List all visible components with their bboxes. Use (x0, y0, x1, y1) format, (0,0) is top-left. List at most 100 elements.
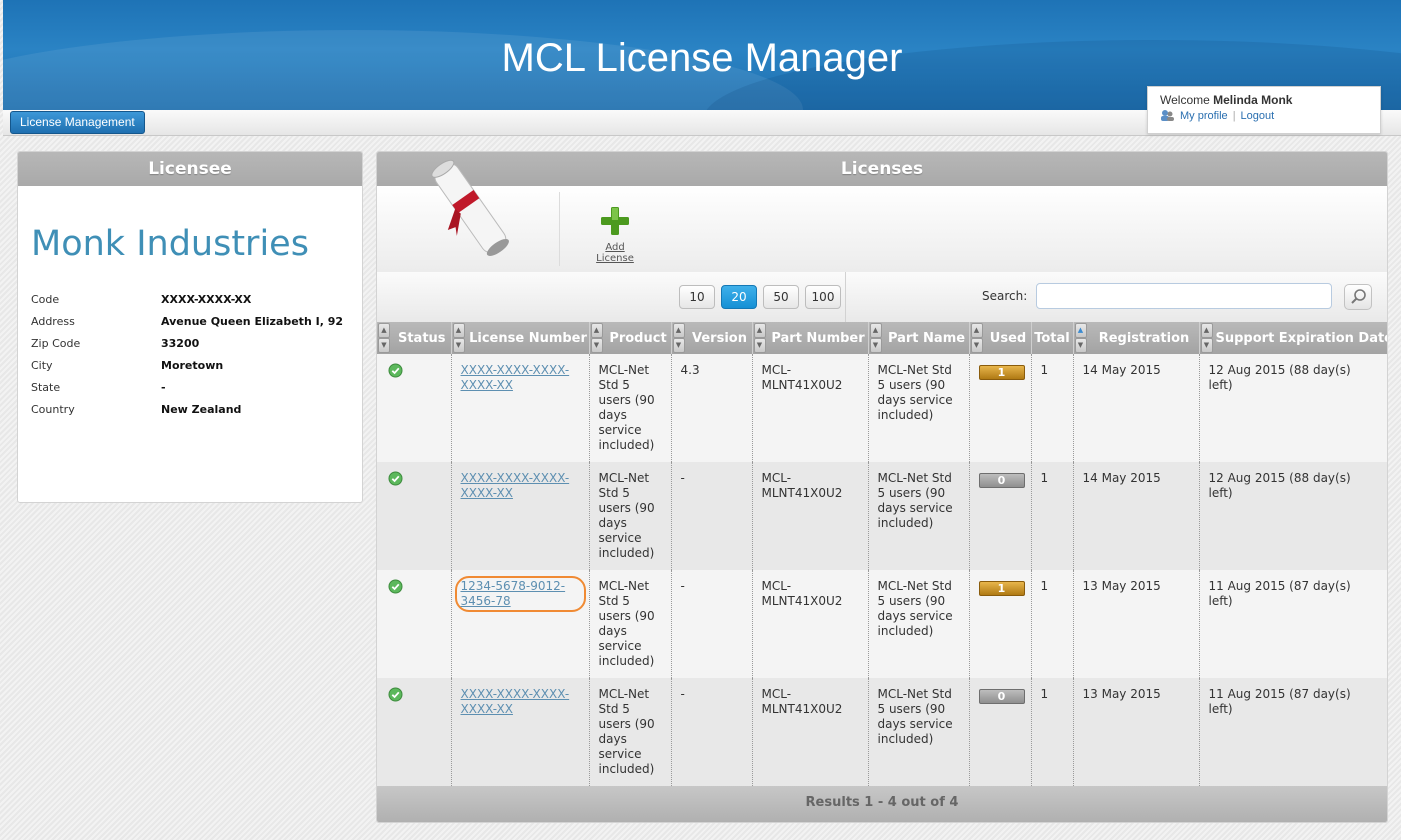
column-header-used[interactable]: ▲ ▼ Used (969, 322, 1032, 354)
user-panel: Welcome Melinda Monk My profile | Logout (1147, 86, 1381, 134)
table-row: XXXX-XXXX-XXXX-XXXX-XX MCL-Net Std 5 use… (377, 462, 1387, 570)
license-number-link[interactable]: XXXX-XXXX-XXXX-XXXX-XX (461, 363, 570, 392)
link-separator: | (1232, 110, 1236, 122)
column-header-support-expiration[interactable]: ▲ ▼ Support Expiration Date (1199, 322, 1387, 354)
table-row: XXXX-XXXX-XXXX-XXXX-XX MCL-Net Std 5 use… (377, 354, 1387, 462)
product-cell: MCL-Net Std 5 users (90 days service inc… (589, 678, 672, 786)
pager-bar: 10 20 50 100 Search: (377, 272, 1387, 323)
registration-cell: 14 May 2015 (1073, 462, 1200, 570)
license-number-link-highlighted[interactable]: 1234-5678-9012-3456-78 (454, 576, 586, 612)
page-size-50[interactable]: 50 (763, 285, 799, 309)
licenses-toolbar: Add License (377, 159, 1387, 273)
licenses-table-wrap: ▲ ▼ Status ▲ ▼ License Number ▲ ▼ Product ▲ ▼ Ve… (377, 322, 1387, 786)
sort-arrows: ▲ ▼ (753, 323, 766, 353)
logout-link[interactable]: Logout (1241, 110, 1275, 122)
license-number-cell: XXXX-XXXX-XXXX-XXXX-XX (451, 678, 590, 786)
table-row: XXXX-XXXX-XXXX-XXXX-XX MCL-Net Std 5 use… (377, 678, 1387, 786)
info-value: - (161, 380, 166, 394)
licensee-panel-title: Licensee (18, 152, 362, 186)
expiration-cell: 11 Aug 2015 (87 day(s) left) (1199, 570, 1387, 678)
part-number-cell: MCL-MLNT41X0U2 (752, 462, 869, 570)
search-icon (1351, 289, 1366, 304)
used-badge: 1 (978, 581, 1025, 596)
licensee-panel: Licensee Monk Industries Code XXXX-XXXX-X… (17, 151, 363, 503)
check-circle-icon (388, 363, 403, 378)
sort-arrows: ▲ ▼ (1200, 323, 1213, 353)
registration-cell: 14 May 2015 (1073, 354, 1200, 462)
column-header-product[interactable]: ▲ ▼ Product (589, 322, 672, 354)
diploma-scroll-icon (431, 159, 509, 256)
info-row: Code XXXX-XXXX-XX (31, 288, 343, 310)
version-cell: - (671, 570, 753, 678)
part-number-cell: MCL-MLNT41X0U2 (752, 570, 869, 678)
part-name-cell: MCL-Net Std 5 users (90 days service inc… (868, 570, 970, 678)
user-name: Melinda Monk (1213, 93, 1293, 107)
user-links: My profile | Logout (1160, 109, 1274, 122)
info-label: Address (31, 314, 75, 328)
sort-arrows: ▲ ▼ (590, 323, 603, 353)
column-header-license-number[interactable]: ▲ ▼ License Number (451, 322, 590, 354)
sort-arrows: ▲ ▼ (1074, 323, 1087, 353)
version-cell: 4.3 (671, 354, 753, 462)
info-row: Zip Code 33200 (31, 332, 343, 354)
company-name: Monk Industries (31, 224, 309, 264)
check-circle-icon (388, 579, 403, 594)
info-value: 33200 (161, 336, 200, 350)
add-license-label[interactable]: Add License (585, 242, 645, 264)
column-header-part-name[interactable]: ▲ ▼ Part Name (868, 322, 970, 354)
sort-arrows: ▲ ▼ (452, 323, 465, 353)
sort-arrows: ▲ ▼ (869, 323, 882, 353)
results-footer: Results 1 - 4 out of 4 (377, 786, 1387, 822)
add-license-button[interactable]: Add License (585, 206, 645, 264)
welcome-prefix: Welcome (1160, 93, 1210, 107)
info-row: Address Avenue Queen Elizabeth I, 92 (31, 310, 343, 332)
part-number-cell: MCL-MLNT41X0U2 (752, 678, 869, 786)
product-cell: MCL-Net Std 5 users (90 days service inc… (589, 462, 672, 570)
status-cell (377, 570, 452, 678)
info-value: Moretown (161, 358, 224, 372)
page-size-100[interactable]: 100 (805, 285, 841, 309)
licenses-panel-title: Licenses (377, 152, 1387, 186)
info-value: New Zealand (161, 402, 242, 416)
search-input[interactable] (1036, 283, 1332, 309)
used-cell: 1 (969, 354, 1032, 462)
used-badge: 0 (978, 689, 1025, 704)
column-header-registration[interactable]: ▲ ▼ Registration (1073, 322, 1200, 354)
nav-tab-license-management[interactable]: License Management (10, 111, 145, 134)
license-number-cell: XXXX-XXXX-XXXX-XXXX-XX (451, 354, 590, 462)
product-cell: MCL-Net Std 5 users (90 days service inc… (589, 570, 672, 678)
info-label: Zip Code (31, 336, 81, 350)
column-header-version[interactable]: ▲ ▼ Version (671, 322, 753, 354)
my-profile-link[interactable]: My profile (1180, 110, 1228, 122)
license-number-cell: XXXX-XXXX-XXXX-XXXX-XX (451, 462, 590, 570)
registration-cell: 13 May 2015 (1073, 678, 1200, 786)
used-cell: 0 (969, 678, 1032, 786)
search-label: Search: (982, 289, 1028, 303)
total-cell: 1 (1031, 354, 1074, 462)
page-size-20[interactable]: 20 (721, 285, 757, 309)
info-value: XXXX-XXXX-XX (161, 292, 252, 306)
licenses-panel: Licenses Add License 10 20 50 100 Search… (376, 151, 1388, 823)
table-row: 1234-5678-9012-3456-78 MCL-Net Std 5 use… (377, 570, 1387, 678)
version-cell: - (671, 678, 753, 786)
column-header-total[interactable]: Total (1031, 322, 1074, 354)
welcome-line: Welcome Melinda Monk (1160, 93, 1292, 107)
search-button[interactable] (1344, 284, 1372, 310)
check-circle-icon (388, 687, 403, 702)
licenses-table: ▲ ▼ Status ▲ ▼ License Number ▲ ▼ Product ▲ ▼ Ve… (377, 322, 1387, 786)
column-header-status[interactable]: ▲ ▼ Status (377, 322, 452, 354)
licensee-info: Code XXXX-XXXX-XX Address Avenue Queen Eli… (31, 288, 343, 420)
total-cell: 1 (1031, 462, 1074, 570)
license-number-link[interactable]: XXXX-XXXX-XXXX-XXXX-XX (461, 471, 570, 500)
page-size-10[interactable]: 10 (679, 285, 715, 309)
used-badge: 0 (978, 473, 1025, 488)
registration-cell: 13 May 2015 (1073, 570, 1200, 678)
sort-arrows: ▲ ▼ (672, 323, 685, 353)
license-number-link[interactable]: XXXX-XXXX-XXXX-XXXX-XX (461, 687, 570, 716)
used-badge: 1 (978, 365, 1025, 380)
expiration-cell: 11 Aug 2015 (87 day(s) left) (1199, 678, 1387, 786)
plus-icon (601, 207, 629, 235)
check-circle-icon (388, 471, 403, 486)
status-cell (377, 462, 452, 570)
column-header-part-number[interactable]: ▲ ▼ Part Number (752, 322, 869, 354)
